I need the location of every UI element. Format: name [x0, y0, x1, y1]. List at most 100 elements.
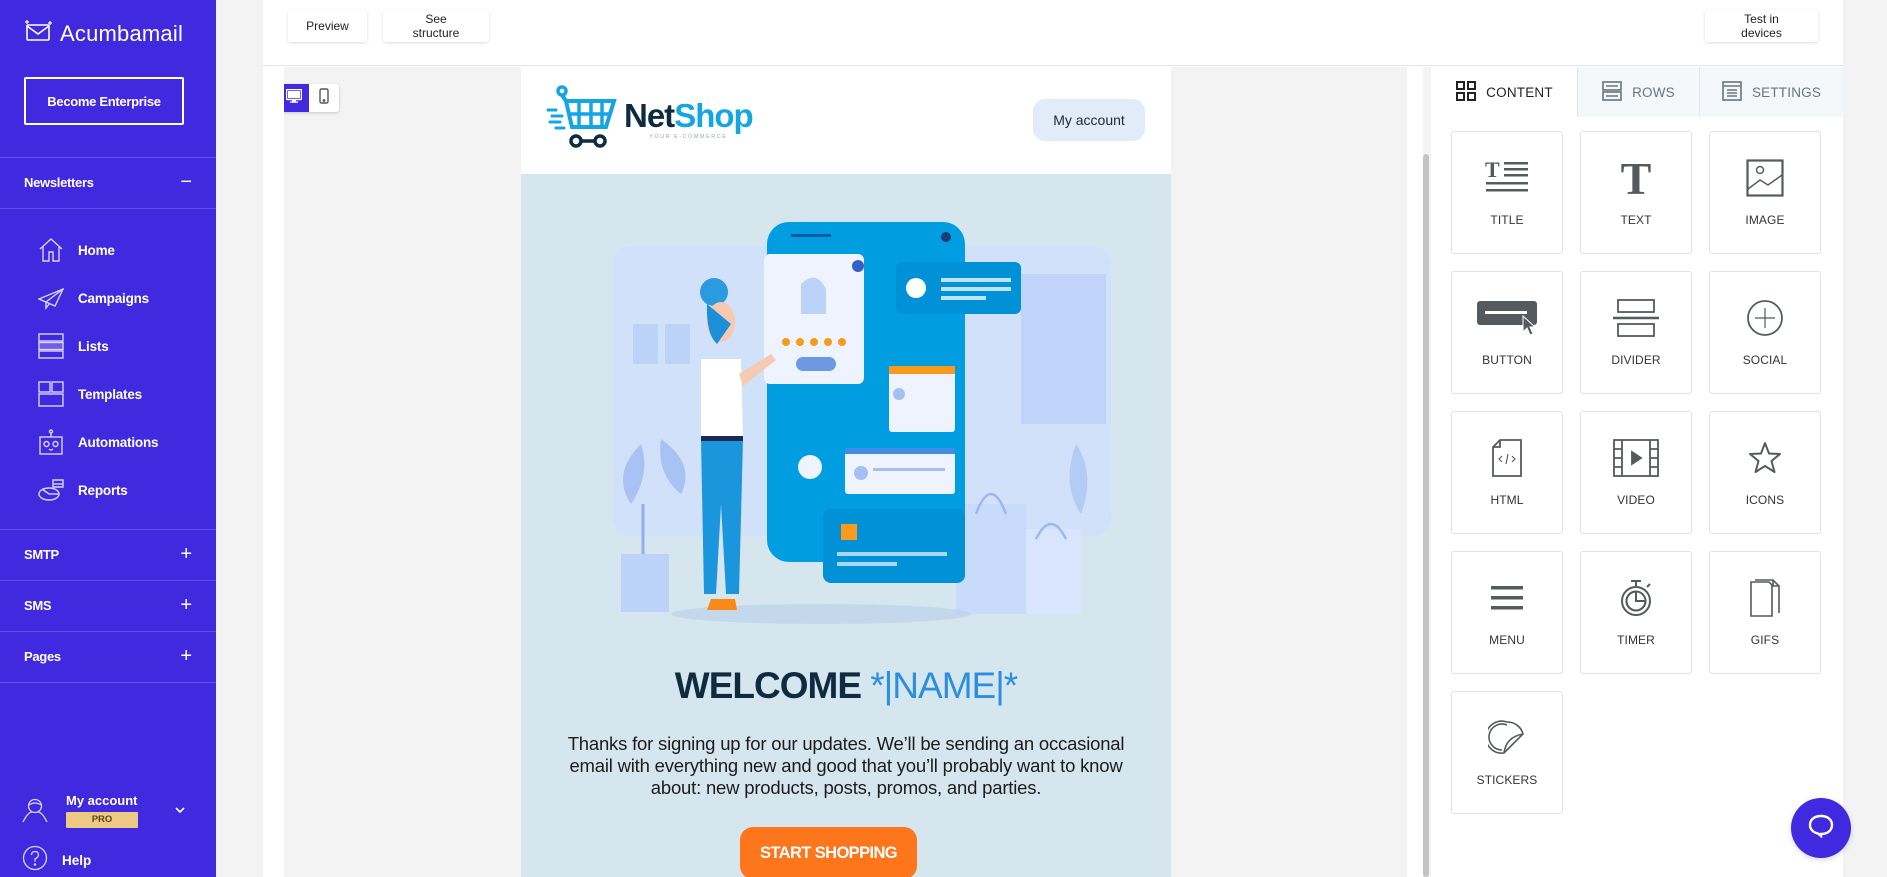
desktop-view-button[interactable] [284, 84, 309, 112]
block-label: STICKERS [1476, 773, 1538, 787]
help-icon [22, 845, 48, 876]
divider-icon [1612, 296, 1660, 340]
tab-label: ROWS [1632, 84, 1675, 100]
email-header: NetShop YOUR E-COMMERCE My account [521, 67, 1171, 174]
block-label: MENU [1489, 633, 1525, 647]
editor-main: Preview See structure Test in devices Ne… [263, 0, 1843, 877]
my-account-menu[interactable]: My account PRO [22, 786, 192, 834]
canvas-scrollbar-thumb[interactable] [1423, 154, 1429, 877]
user-avatar-icon [22, 796, 50, 824]
shopping-cart-icon [546, 85, 618, 154]
paper-plane-icon [38, 285, 64, 311]
sidebar-item-templates[interactable]: Templates [38, 377, 208, 411]
logo-wordmark: NetShop YOUR E-COMMERCE [624, 99, 754, 140]
button-icon [1475, 296, 1539, 340]
templates-icon [38, 381, 64, 407]
welcome-text: WELCOME [674, 665, 862, 706]
sidebar-item-home[interactable]: Home [38, 233, 208, 267]
collapse-icon[interactable]: − [180, 172, 192, 192]
block-label: VIDEO [1617, 493, 1655, 507]
block-social[interactable]: SOCIAL [1709, 271, 1821, 394]
block-menu[interactable]: MENU [1451, 551, 1563, 674]
netshop-logo[interactable]: NetShop YOUR E-COMMERCE [546, 85, 754, 154]
block-stickers[interactable]: STICKERS [1451, 691, 1563, 814]
email-my-account-button[interactable]: My account [1033, 99, 1145, 141]
block-gifs[interactable]: GIFS [1709, 551, 1821, 674]
brand-name: Acumbamail [60, 20, 184, 46]
tab-content[interactable]: CONTENT [1432, 67, 1577, 117]
sidebar-section-sms[interactable]: SMS + [0, 580, 216, 630]
grid-icon [1456, 80, 1477, 104]
pie-chart-icon [38, 477, 64, 503]
expand-icon[interactable]: + [180, 646, 192, 666]
block-label: ICONS [1745, 493, 1785, 507]
svg-text:T: T [1485, 159, 1500, 182]
settings-doc-icon [1722, 80, 1742, 104]
sidebar-item-automations[interactable]: Automations [38, 425, 208, 459]
section-label: SMTP [24, 546, 59, 562]
tab-rows[interactable]: ROWS [1577, 67, 1699, 117]
logo-tagline: YOUR E-COMMERCE [649, 134, 728, 140]
block-timer[interactable]: TIMER [1580, 551, 1692, 674]
chevron-down-icon[interactable] [174, 801, 186, 819]
tab-label: SETTINGS [1751, 84, 1822, 100]
section-label: SMS [24, 597, 52, 613]
sidebar-item-reports[interactable]: Reports [38, 473, 208, 507]
sidebar-item-label: Reports [78, 482, 128, 498]
see-structure-button[interactable]: See structure [383, 10, 489, 42]
sidebar-section-newsletters[interactable]: Newsletters − [0, 157, 216, 207]
sidebar-item-lists[interactable]: Lists [38, 329, 208, 363]
sidebar-item-label: Campaigns [78, 290, 149, 306]
expand-icon[interactable]: + [180, 544, 192, 564]
image-icon [1746, 156, 1784, 200]
block-video[interactable]: VIDEO [1580, 411, 1692, 534]
mobile-icon [319, 87, 329, 109]
star-icon [1748, 436, 1782, 480]
menu-icon [1490, 576, 1524, 620]
gifs-icon [1749, 576, 1781, 620]
block-title[interactable]: T TITLE [1451, 131, 1563, 254]
sidebar-item-campaigns[interactable]: Campaigns [38, 281, 208, 315]
sidebar-section-pages[interactable]: Pages + [0, 631, 216, 681]
support-chat-button[interactable] [1791, 798, 1851, 858]
block-html[interactable]: HTML [1451, 411, 1563, 534]
envelope-sparkle-icon [24, 20, 52, 47]
hero-illustration[interactable] [521, 174, 1171, 644]
become-enterprise-button[interactable]: Become Enterprise [24, 77, 184, 125]
divider [0, 682, 216, 683]
block-image[interactable]: IMAGE [1709, 131, 1821, 254]
help-label: Help [62, 853, 92, 868]
rows-icon [1602, 80, 1622, 104]
start-shopping-button[interactable]: START SHOPPING [740, 827, 917, 877]
block-label: DIVIDER [1611, 353, 1661, 367]
content-blocks-grid: T TITLE T TEXT IMAGE BUTTON DIVIDER SOCI… [1451, 131, 1821, 814]
block-label: HTML [1490, 493, 1524, 507]
brand-logo[interactable]: Acumbamail [24, 20, 183, 47]
expand-icon[interactable]: + [180, 595, 192, 615]
welcome-heading: WELCOME *|NAME|* [521, 665, 1171, 707]
block-label: IMAGE [1745, 213, 1785, 227]
test-in-devices-button[interactable]: Test in devices [1705, 10, 1818, 42]
help-link[interactable]: Help [22, 845, 91, 876]
tab-settings[interactable]: SETTINGS [1699, 67, 1843, 117]
sidebar-item-label: Home [78, 242, 115, 258]
mobile-view-button[interactable] [309, 84, 339, 112]
svg-text:T: T [1621, 158, 1652, 198]
block-text[interactable]: T TEXT [1580, 131, 1692, 254]
block-icons[interactable]: ICONS [1709, 411, 1821, 534]
account-info: My account PRO [66, 793, 138, 828]
preview-button[interactable]: Preview [288, 10, 367, 42]
social-icon [1746, 296, 1784, 340]
sidebar-section-smtp[interactable]: SMTP + [0, 529, 216, 579]
intro-paragraph: Thanks for signing up for our updates. W… [567, 733, 1125, 798]
block-divider[interactable]: DIVIDER [1580, 271, 1692, 394]
device-toggle [284, 84, 339, 112]
html-icon [1491, 436, 1523, 480]
block-button[interactable]: BUTTON [1451, 271, 1563, 394]
section-label: Newsletters [24, 174, 94, 190]
block-label: BUTTON [1482, 353, 1532, 367]
block-label: SOCIAL [1742, 353, 1788, 367]
block-label: TITLE [1490, 213, 1524, 227]
section-label: Pages [24, 648, 61, 664]
sticker-icon [1488, 716, 1526, 760]
